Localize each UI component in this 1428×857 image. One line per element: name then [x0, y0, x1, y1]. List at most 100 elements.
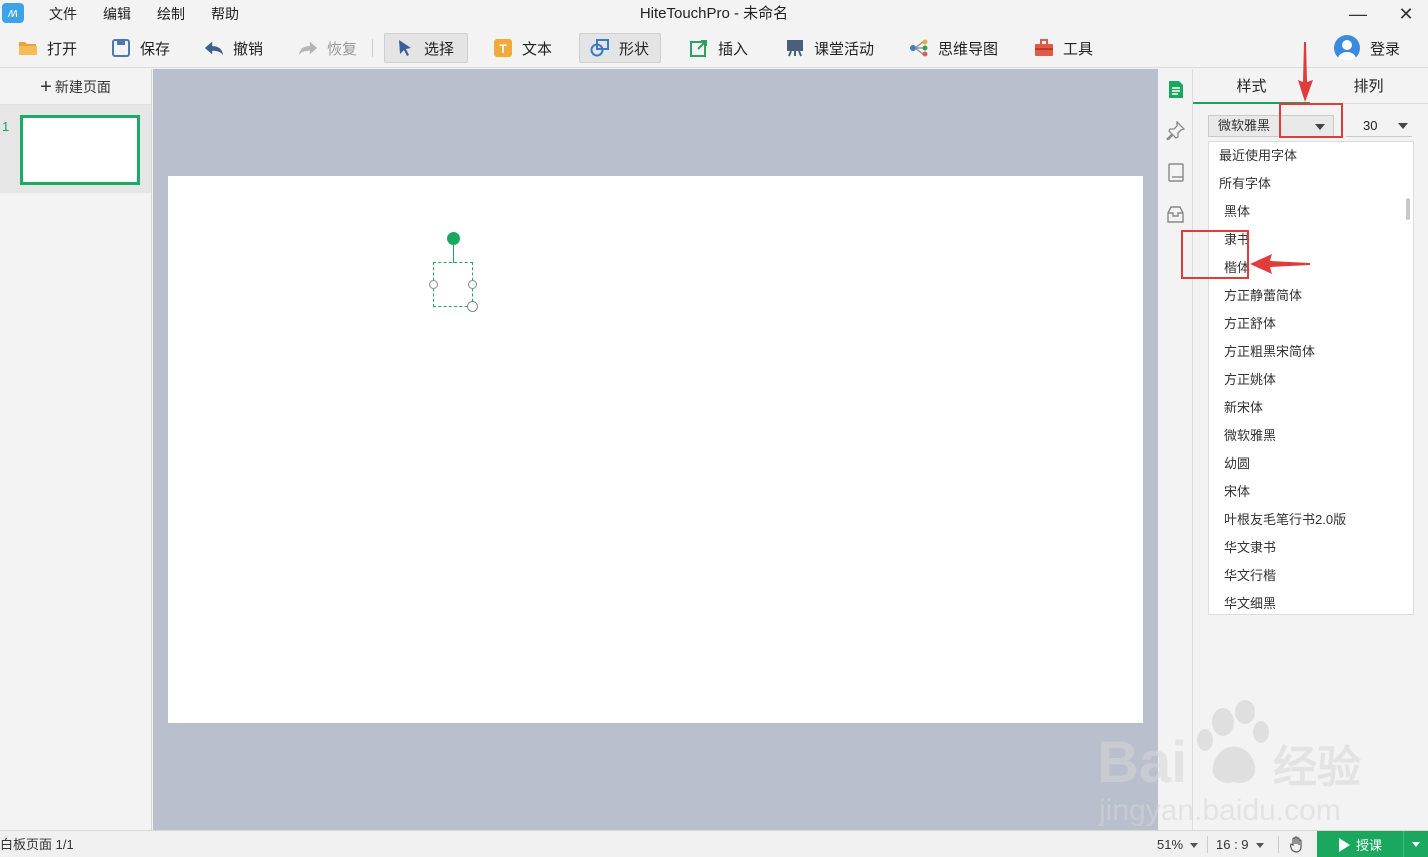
tab-arrange[interactable]: 排列 [1310, 69, 1427, 104]
login-button[interactable]: 登录 [1333, 34, 1400, 62]
save-icon [111, 38, 131, 58]
select-label: 选择 [424, 40, 455, 58]
easel-icon [785, 38, 805, 58]
annotation-box-dropdown [1279, 103, 1343, 138]
undo-label: 撤销 [233, 40, 264, 58]
font-option[interactable]: 微软雅黑 [1209, 422, 1413, 450]
annotation-arrow-left-icon [1250, 254, 1310, 274]
open-button[interactable]: 打开 [7, 33, 88, 63]
archive-icon[interactable] [1165, 204, 1186, 225]
status-separator [1278, 836, 1279, 853]
font-option[interactable]: 华文隶书 [1209, 534, 1413, 562]
menu-edit[interactable]: 编辑 [90, 0, 144, 28]
font-group-all: 所有字体 [1219, 176, 1272, 191]
selected-shape[interactable] [433, 262, 473, 307]
gesture-icon[interactable] [1288, 836, 1305, 853]
resize-handle-right[interactable] [468, 280, 477, 289]
new-page-button[interactable]: + 新建页面 [0, 69, 151, 105]
mindmap-label: 思维导图 [938, 40, 999, 58]
open-label: 打开 [47, 40, 78, 58]
page-thumbnail-row[interactable]: 1 [0, 105, 151, 193]
tools-label: 工具 [1063, 40, 1094, 58]
toolbar-separator [372, 39, 373, 57]
resize-handle-corner[interactable] [467, 301, 478, 312]
menu-draw[interactable]: 绘制 [144, 0, 198, 28]
font-group-recent: 最近使用字体 [1219, 148, 1298, 163]
whiteboard-page[interactable] [168, 176, 1143, 723]
shape-icon [590, 38, 610, 58]
font-option[interactable]: 黑体 [1209, 198, 1413, 226]
menu-bar: 文件 编辑 绘制 帮助 [36, 0, 252, 28]
folder-icon [18, 38, 38, 58]
start-class-main[interactable]: 授课 [1317, 831, 1403, 857]
start-class-button[interactable]: 授课 [1317, 831, 1428, 857]
pin-icon[interactable] [1165, 120, 1186, 141]
font-option[interactable]: 宋体 [1209, 478, 1413, 506]
text-button[interactable]: T 文本 [482, 33, 563, 63]
save-button[interactable]: 保存 [100, 33, 181, 63]
shape-button[interactable]: 形状 [579, 33, 661, 63]
zoom-value: 51% [1157, 837, 1184, 852]
font-option[interactable]: 方正姚体 [1209, 366, 1413, 394]
shape-label: 形状 [619, 40, 650, 58]
font-option[interactable]: 幼圆 [1209, 450, 1413, 478]
page-thumbnail[interactable] [20, 115, 140, 185]
properties-panel: 样式 排列 微软雅黑 30 最近使用字体 所有字体 黑体 隶书 楷体 方正静蕾简… [1193, 69, 1428, 830]
title-bar: ʍ 文件 编辑 绘制 帮助 HiteTouchPro - 未命名 — ✕ [0, 0, 1428, 28]
mindmap-button[interactable]: 思维导图 [898, 33, 1009, 63]
new-page-label: 新建页面 [54, 78, 111, 95]
font-option[interactable]: 华文细黑 [1209, 590, 1413, 614]
menu-help[interactable]: 帮助 [198, 0, 252, 28]
font-family-value: 微软雅黑 [1218, 118, 1271, 133]
font-option[interactable]: 方正粗黑宋简体 [1209, 338, 1413, 366]
zoom-select[interactable]: 51% [1157, 831, 1199, 857]
login-label: 登录 [1369, 40, 1400, 58]
insert-icon [689, 38, 709, 58]
font-option[interactable]: 方正静蕾简体 [1209, 282, 1413, 310]
chevron-down-icon [1398, 123, 1408, 129]
cursor-icon [395, 38, 415, 58]
text-label: 文本 [522, 40, 553, 58]
insert-button[interactable]: 插入 [678, 33, 759, 63]
font-option[interactable]: 叶根友毛笔行书2.0版 [1209, 506, 1413, 534]
annotation-arrow-down-icon [1298, 42, 1313, 102]
chevron-down-icon [1412, 842, 1420, 847]
close-button[interactable]: ✕ [1386, 0, 1426, 28]
classroom-activity-label: 课堂活动 [814, 40, 875, 58]
font-dropdown-list[interactable]: 最近使用字体 所有字体 黑体 隶书 楷体 方正静蕾简体 方正舒体 方正粗黑宋简体… [1208, 141, 1414, 615]
menu-file[interactable]: 文件 [36, 0, 90, 28]
svg-text:T: T [499, 42, 507, 56]
font-option[interactable]: 新宋体 [1209, 394, 1413, 422]
font-option[interactable]: 方正舒体 [1209, 310, 1413, 338]
toolbar: 打开 保存 撤销 恢复 选择 T 文本 形状 插入 课堂活动 思维导图 工具 登… [0, 28, 1428, 68]
avatar-icon [1333, 35, 1360, 61]
status-separator [1207, 836, 1208, 853]
font-size-value: 30 [1363, 118, 1378, 133]
play-icon [1339, 837, 1350, 852]
resize-handle-left[interactable] [429, 280, 438, 289]
canvas-area[interactable] [153, 69, 1158, 830]
start-class-dropdown[interactable] [1403, 831, 1428, 857]
annotation-box-font [1181, 230, 1249, 279]
plus-icon: + [40, 75, 52, 98]
page-info: 白板页面 1/1 [0, 837, 74, 852]
mindmap-icon [909, 38, 929, 58]
undo-button[interactable]: 撤销 [193, 33, 274, 63]
redo-button[interactable]: 恢复 [287, 33, 368, 63]
aspect-ratio-select[interactable]: 16 : 9 [1216, 831, 1264, 857]
style-doc-icon[interactable] [1165, 79, 1186, 100]
font-list-scrollbar[interactable] [1406, 198, 1410, 220]
book-icon[interactable] [1165, 162, 1186, 183]
tools-button[interactable]: 工具 [1023, 33, 1104, 63]
classroom-activity-button[interactable]: 课堂活动 [774, 33, 885, 63]
font-option[interactable]: 华文行楷 [1209, 562, 1413, 590]
minimize-button[interactable]: — [1338, 0, 1378, 28]
app-logo-icon: ʍ [2, 3, 24, 23]
save-label: 保存 [140, 40, 171, 58]
aspect-ratio-value: 16 : 9 [1216, 837, 1249, 852]
toolbox-icon [1034, 38, 1054, 58]
select-button[interactable]: 选择 [384, 33, 468, 63]
page-list-panel: + 新建页面 1 [0, 69, 152, 830]
font-size-select[interactable]: 30 [1346, 115, 1412, 137]
start-class-label: 授课 [1356, 838, 1383, 853]
